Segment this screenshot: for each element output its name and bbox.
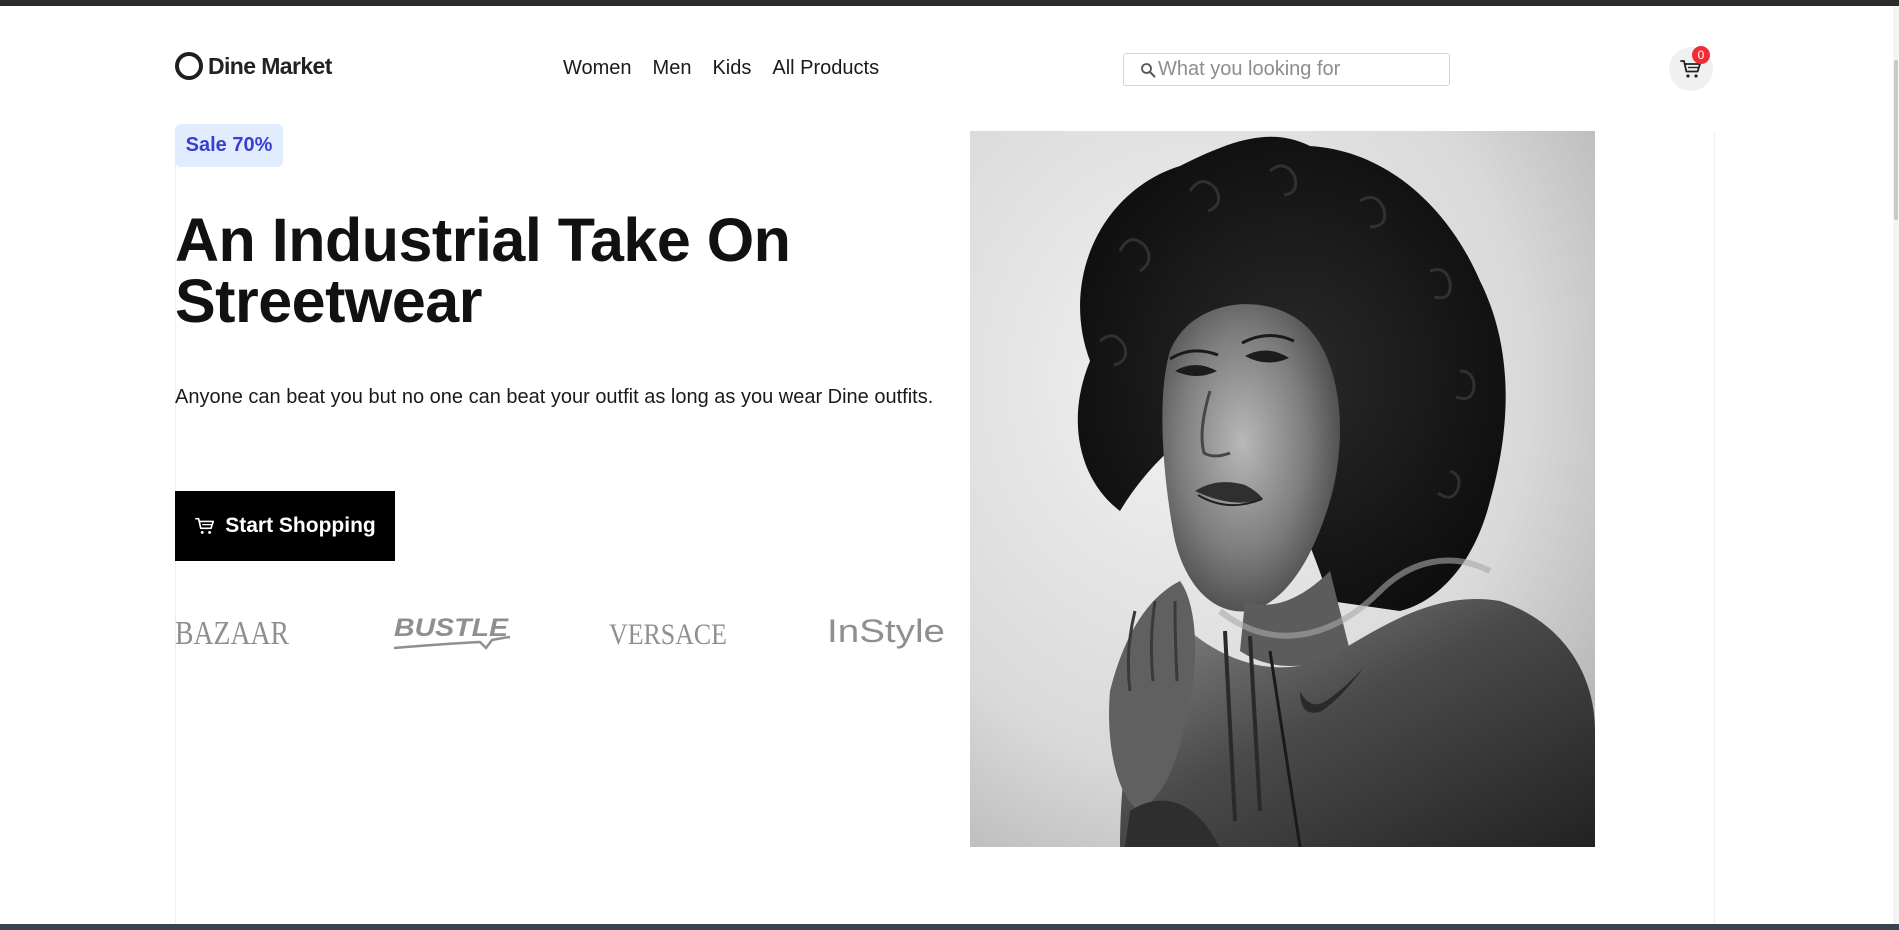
- search-icon: [1141, 62, 1156, 77]
- cart-count-badge: 0: [1692, 46, 1710, 64]
- search-input[interactable]: [1158, 58, 1438, 81]
- hero-model-image: [970, 131, 1595, 847]
- cart-button[interactable]: 0: [1669, 46, 1713, 91]
- site-logo[interactable]: Dine Market: [175, 52, 332, 80]
- brand-logo-instyle: InStyle: [827, 613, 945, 649]
- start-shopping-label: Start Shopping: [225, 514, 376, 537]
- nav-link-women[interactable]: Women: [563, 57, 632, 80]
- start-shopping-button[interactable]: Start Shopping: [175, 491, 395, 561]
- scrollbar-thumb[interactable]: [1894, 60, 1898, 220]
- cart-icon: [195, 517, 215, 534]
- browser-top-bar: [0, 0, 1899, 6]
- main-nav: Women Men Kids All Products: [563, 57, 879, 80]
- nav-link-kids[interactable]: Kids: [712, 57, 751, 80]
- taskbar: [0, 924, 1899, 930]
- nav-link-men[interactable]: Men: [653, 57, 692, 80]
- search-box[interactable]: [1123, 53, 1450, 86]
- hero-title: An Industrial Take On Streetwear: [175, 206, 791, 335]
- brand-versace-text: VERSACE: [609, 618, 727, 651]
- sale-badge: Sale 70%: [175, 124, 283, 167]
- logo-ring-icon: [175, 52, 203, 80]
- nav-link-all-products[interactable]: All Products: [772, 57, 879, 80]
- hero-description: Anyone can beat you but no one can beat …: [175, 386, 934, 408]
- logo-text: Dine Market: [208, 52, 332, 79]
- brand-bustle-text: BUSTLE: [394, 614, 510, 642]
- brand-instyle-text: InStyle: [827, 613, 945, 649]
- brand-logo-bazaar: BAZAAR: [175, 615, 289, 652]
- brand-logo-versace: VERSACE: [609, 618, 727, 651]
- brand-logo-bustle: BUSTLE: [393, 614, 511, 650]
- brand-logos: BAZAAR BUSTLE VERSACE InStyle: [175, 604, 955, 658]
- brand-bazaar-text: BAZAAR: [175, 615, 289, 652]
